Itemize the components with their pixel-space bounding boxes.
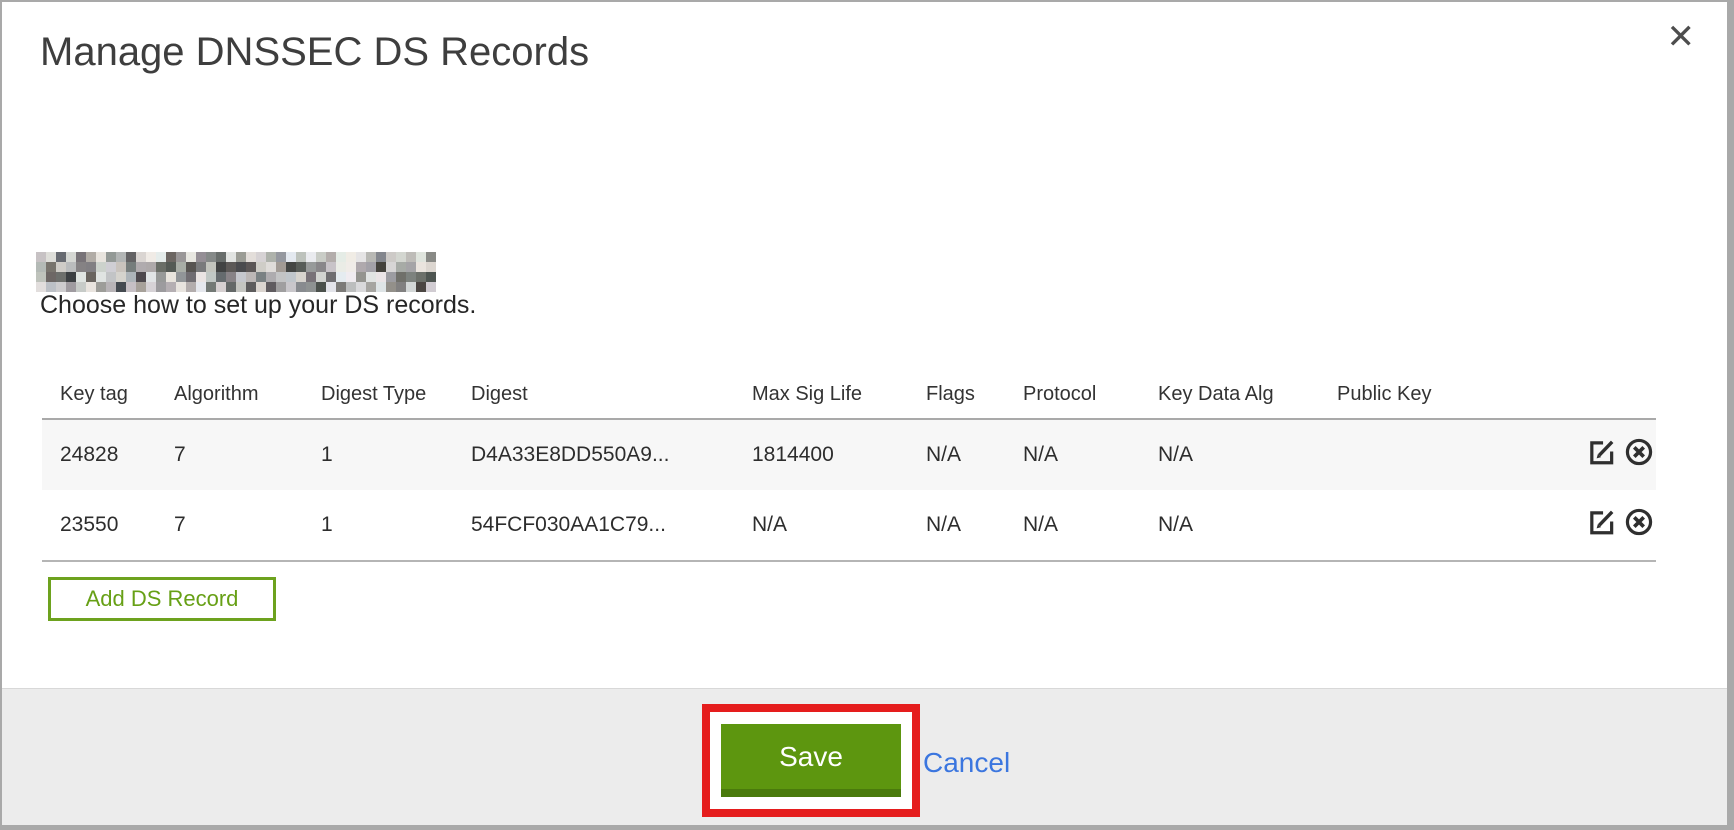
column-header-digest-type: Digest Type [320,370,470,419]
edit-icon[interactable] [1587,437,1617,473]
save-button[interactable]: Save [721,724,901,797]
cell-key-tag: 24828 [42,419,173,490]
add-ds-record-button[interactable]: Add DS Record [48,577,276,621]
manage-dnssec-modal: Manage DNSSEC DS Records ✕ Choose how to… [0,0,1734,830]
column-header-actions [1576,370,1656,419]
row-actions [1576,419,1656,490]
delete-icon[interactable] [1624,437,1654,473]
edit-icon[interactable] [1587,507,1617,543]
cell-flags: N/A [925,490,1022,561]
cell-key-data-alg: N/A [1157,490,1336,561]
cell-digest-type: 1 [320,490,470,561]
column-header-flags: Flags [925,370,1022,419]
row-actions [1576,490,1656,561]
annotation-highlight-box: Save [702,704,920,817]
close-icon[interactable]: ✕ [1667,20,1696,54]
cell-digest: 54FCF030AA1C79... [470,490,751,561]
cell-protocol: N/A [1022,490,1157,561]
cell-digest-type: 1 [320,419,470,490]
cell-public-key [1336,419,1576,490]
table-row: 23550 7 1 54FCF030AA1C79... N/A N/A N/A … [42,490,1656,561]
cell-protocol: N/A [1022,419,1157,490]
column-header-digest: Digest [470,370,751,419]
column-header-key-tag: Key tag [42,370,173,419]
column-header-protocol: Protocol [1022,370,1157,419]
table-row: 24828 7 1 D4A33E8DD550A9... 1814400 N/A … [42,419,1656,490]
instruction-text: Choose how to set up your DS records. [40,291,476,320]
cell-key-tag: 23550 [42,490,173,561]
cell-max-sig-life: N/A [751,490,925,561]
cell-max-sig-life: 1814400 [751,419,925,490]
page-title: Manage DNSSEC DS Records [40,30,589,75]
column-header-algorithm: Algorithm [173,370,320,419]
cell-digest: D4A33E8DD550A9... [470,419,751,490]
column-header-public-key: Public Key [1336,370,1576,419]
delete-icon[interactable] [1624,507,1654,543]
cell-algorithm: 7 [173,419,320,490]
cell-public-key [1336,490,1576,561]
cell-flags: N/A [925,419,1022,490]
cell-algorithm: 7 [173,490,320,561]
cell-key-data-alg: N/A [1157,419,1336,490]
column-header-key-data-alg: Key Data Alg [1157,370,1336,419]
column-header-max-sig-life: Max Sig Life [751,370,925,419]
redacted-domain-name [36,252,436,292]
table-header-row: Key tag Algorithm Digest Type Digest Max… [42,370,1656,419]
ds-records-table: Key tag Algorithm Digest Type Digest Max… [42,370,1656,562]
cancel-link[interactable]: Cancel [923,747,1010,779]
